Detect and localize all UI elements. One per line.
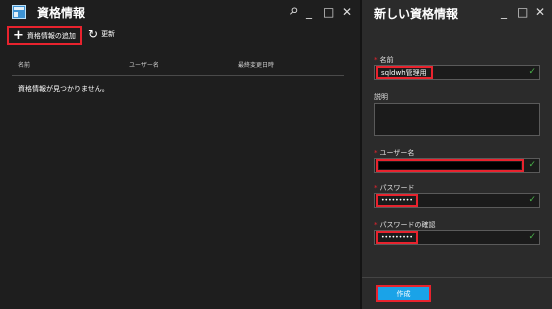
maximize-icon[interactable]: □ xyxy=(517,5,528,19)
confirm-password-label: * パスワードの確認 xyxy=(374,220,436,230)
redacted-username xyxy=(379,162,521,169)
password-label: * パスワード xyxy=(374,183,415,193)
required-marker: * xyxy=(374,149,378,157)
confirm-password-value: ••••••••• xyxy=(381,234,413,241)
footer-divider xyxy=(362,277,552,278)
password-label-text: パスワード xyxy=(379,184,415,192)
required-marker: * xyxy=(374,221,378,229)
plus-icon: + xyxy=(13,28,24,43)
username-field[interactable]: ✓ xyxy=(374,158,540,173)
add-credential-button[interactable]: + 資格情報の追加 xyxy=(7,26,82,45)
close-icon[interactable]: ✕ xyxy=(535,5,545,19)
minimize-icon[interactable]: _ xyxy=(306,5,312,19)
create-label: 作成 xyxy=(396,289,411,298)
new-credential-blade: 新しい資格情報 _ □ ✕ * 名前 sqldwh管理用 ✓ 説明 * ユーザー名 … xyxy=(362,0,552,309)
create-button[interactable]: 作成 xyxy=(376,285,431,302)
column-last-modified[interactable]: 最終変更日時 xyxy=(238,60,274,69)
check-icon: ✓ xyxy=(528,160,536,170)
minimize-icon[interactable]: _ xyxy=(501,5,507,19)
close-icon[interactable]: ✕ xyxy=(342,5,352,19)
command-bar: + 資格情報の追加 ↻ 更新 xyxy=(0,26,360,46)
add-credential-label: 資格情報の追加 xyxy=(26,31,76,40)
confirm-password-highlight: ••••••••• xyxy=(376,231,418,244)
description-label: 説明 xyxy=(374,93,388,101)
table-header: 名前 ユーザー名 最終変更日時 xyxy=(12,60,344,76)
maximize-icon[interactable]: □ xyxy=(323,5,334,19)
new-credential-title: 新しい資格情報 xyxy=(374,7,459,21)
password-field[interactable]: ••••••••• ✓ xyxy=(374,193,540,208)
credentials-blade: 資格情報 ⚲ _ □ ✕ + 資格情報の追加 ↻ 更新 名前 ユーザー名 最終変… xyxy=(0,0,360,309)
password-value: ••••••••• xyxy=(381,197,413,204)
check-icon: ✓ xyxy=(528,232,536,242)
name-label-text: 名前 xyxy=(379,56,394,64)
confirm-password-field[interactable]: ••••••••• ✓ xyxy=(374,230,540,245)
empty-message: 資格情報が見つかりません。 xyxy=(18,85,109,93)
refresh-button[interactable]: ↻ 更新 xyxy=(88,28,115,40)
name-field[interactable]: sqldwh管理用 ✓ xyxy=(374,65,540,80)
check-icon: ✓ xyxy=(528,195,536,205)
column-username[interactable]: ユーザー名 xyxy=(129,60,159,69)
name-label: * 名前 xyxy=(374,55,394,65)
password-highlight: ••••••••• xyxy=(376,194,418,207)
required-marker: * xyxy=(374,184,378,192)
name-value: sqldwh管理用 xyxy=(381,69,427,77)
credentials-icon xyxy=(12,5,26,19)
check-icon: ✓ xyxy=(528,67,536,77)
description-field[interactable] xyxy=(374,103,540,136)
column-name[interactable]: 名前 xyxy=(18,60,30,69)
refresh-label: 更新 xyxy=(101,30,116,38)
blade-header: 資格情報 ⚲ _ □ ✕ xyxy=(0,0,360,24)
refresh-icon: ↻ xyxy=(88,27,99,41)
confirm-password-label-text: パスワードの確認 xyxy=(379,221,436,229)
required-marker: * xyxy=(374,56,378,64)
name-highlight: sqldwh管理用 xyxy=(376,66,433,79)
username-label: * ユーザー名 xyxy=(374,148,414,158)
username-label-text: ユーザー名 xyxy=(379,149,415,157)
username-highlight xyxy=(376,159,524,172)
blade-title: 資格情報 xyxy=(37,6,86,20)
pin-icon[interactable]: ⚲ xyxy=(285,4,300,19)
